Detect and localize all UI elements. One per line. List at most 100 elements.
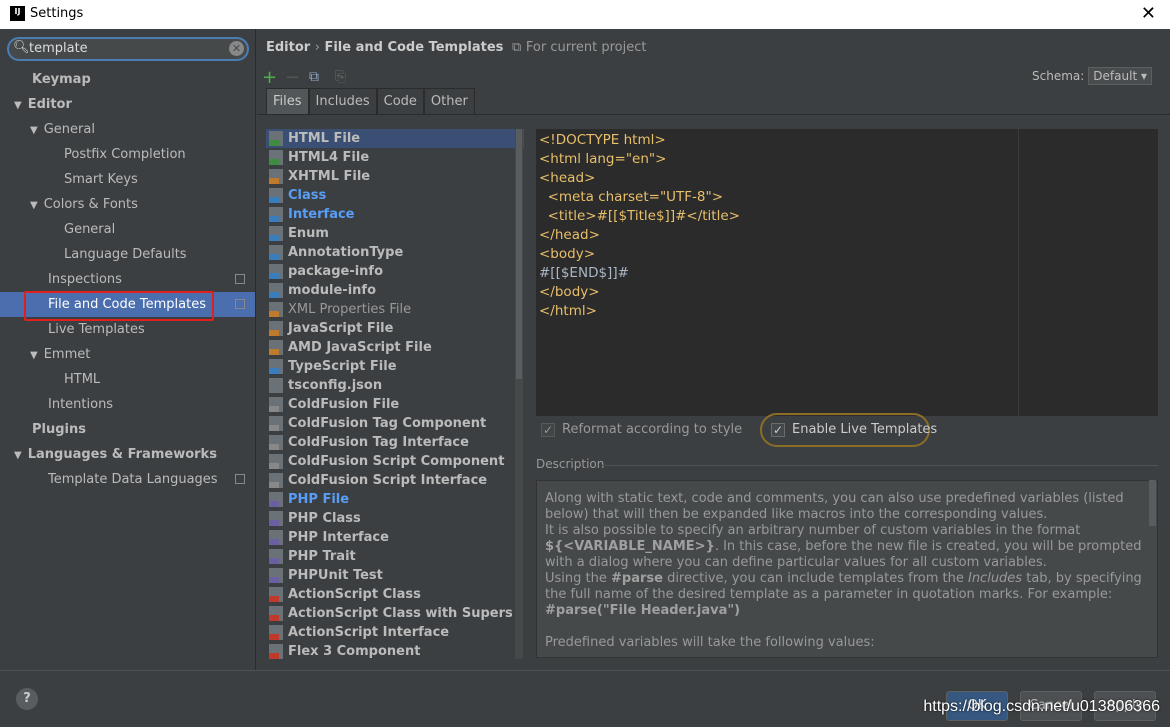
code-line: </body> (539, 284, 600, 300)
tree-item[interactable]: Plugins (0, 417, 255, 442)
template-item[interactable]: Enum (266, 224, 524, 243)
template-item[interactable]: PHP Interface (266, 528, 524, 547)
window-title: Settings (30, 6, 84, 21)
tree-item[interactable]: ▼ Languages & Frameworks (0, 442, 255, 467)
help-button[interactable]: ? (16, 688, 38, 710)
template-name: ActionScript Class (288, 587, 421, 602)
template-item[interactable]: AMD JavaScript File (266, 338, 524, 357)
settings-sidebar: 🔍︎ template ✕ Keymap ▼ Editor ▼ General Postf… (0, 29, 256, 670)
tree-item[interactable]: HTML (0, 367, 255, 392)
code-line: <title>#[[$Title$]]#</title> (539, 208, 740, 224)
live-templates-checkbox[interactable]: ✓ Enable Live Templates (771, 422, 937, 437)
template-item[interactable]: XML Properties File (266, 300, 524, 319)
tree-item[interactable]: Intentions (0, 392, 255, 417)
tree-item[interactable]: ▼ Emmet (0, 342, 255, 367)
tab-files[interactable]: Files (266, 88, 309, 114)
template-name: ColdFusion File (288, 397, 400, 412)
remove-template-button[interactable]: − (285, 67, 300, 88)
template-item[interactable]: PHPUnit Test (266, 566, 524, 585)
breadcrumb-editor[interactable]: Editor (266, 40, 310, 55)
template-item[interactable]: ColdFusion Script Interface (266, 471, 524, 490)
tree-item[interactable]: ▼ General (0, 117, 255, 142)
tree-item-label: Postfix Completion (64, 147, 186, 162)
tab-code[interactable]: Code (376, 88, 424, 114)
file-type-icon (269, 264, 283, 279)
tab-other[interactable]: Other (423, 88, 475, 114)
list-scrollbar[interactable] (515, 129, 523, 659)
template-name: XML Properties File (288, 302, 412, 317)
right-margin-line (1018, 129, 1019, 416)
template-item[interactable]: tsconfig.json (266, 376, 524, 395)
tree-item[interactable]: ▼ Editor (0, 92, 255, 117)
breadcrumb: Editor › File and Code Templates ⧉ For c… (266, 40, 647, 55)
template-item[interactable]: PHP Class (266, 509, 524, 528)
file-type-icon (269, 568, 283, 583)
expand-arrow-icon[interactable]: ▼ (30, 350, 38, 361)
template-name: Flex 3 Component (288, 644, 421, 659)
template-item[interactable]: ActionScript Class (266, 585, 524, 604)
template-item[interactable]: TypeScript File (266, 357, 524, 376)
reset-template-icon[interactable]: ⎘ (335, 69, 346, 85)
reformat-checkbox[interactable]: ✓ Reformat according to style (541, 422, 742, 437)
clear-search-icon[interactable]: ✕ (229, 41, 244, 56)
description-scrollbar[interactable] (1149, 480, 1156, 526)
template-item[interactable]: PHP Trait (266, 547, 524, 566)
search-input[interactable]: 🔍︎ template ✕ (7, 37, 249, 61)
expand-arrow-icon[interactable]: ▼ (30, 200, 38, 211)
file-type-icon (269, 644, 283, 659)
schema-selector: Schema: Default ▾ (1032, 67, 1152, 85)
expand-arrow-icon[interactable]: ▼ (14, 450, 22, 461)
tab-includes[interactable]: Includes (308, 88, 377, 114)
search-value[interactable]: template (29, 41, 88, 56)
breadcrumb-current: File and Code Templates (324, 40, 504, 55)
tree-item[interactable]: Language Defaults (0, 242, 255, 267)
template-name: ColdFusion Tag Component (288, 416, 487, 431)
template-item[interactable]: HTML File (266, 129, 524, 148)
tree-item-label: General (43, 122, 95, 137)
template-item[interactable]: AnnotationType (266, 243, 524, 262)
checkbox-live[interactable]: ✓ (771, 422, 785, 437)
project-scope-icon: ⧉ (507, 40, 522, 55)
tree-item[interactable]: Keymap (0, 67, 255, 92)
template-item[interactable]: HTML4 File (266, 148, 524, 167)
tree-item-label: Plugins (32, 422, 86, 437)
code-line: </html> (539, 303, 597, 319)
schema-dropdown[interactable]: Default ▾ (1088, 67, 1152, 85)
file-type-icon (269, 473, 283, 488)
template-item[interactable]: ColdFusion File (266, 395, 524, 414)
template-item[interactable]: Class (266, 186, 524, 205)
tree-item-label: Intentions (48, 397, 114, 412)
template-item[interactable]: module-info (266, 281, 524, 300)
template-item[interactable]: ColdFusion Tag Interface (266, 433, 524, 452)
template-item[interactable]: Flex 3 Component (266, 642, 524, 659)
template-item[interactable]: ActionScript Interface (266, 623, 524, 642)
tree-item[interactable]: Inspections (0, 267, 255, 292)
tree-item[interactable]: Template Data Languages (0, 467, 255, 492)
copy-template-icon[interactable]: ⧉ (309, 69, 319, 85)
template-name: HTML4 File (288, 150, 370, 165)
tree-item[interactable]: Postfix Completion (0, 142, 255, 167)
tree-item-label: Emmet (43, 347, 91, 362)
template-item[interactable]: ColdFusion Script Component (266, 452, 524, 471)
code-line: <meta charset="UTF-8"> (539, 189, 724, 205)
template-item[interactable]: XHTML File (266, 167, 524, 186)
template-item[interactable]: JavaScript File (266, 319, 524, 338)
template-name: ColdFusion Script Component (288, 454, 505, 469)
code-line: #[[$END$]]# (539, 265, 629, 281)
tree-item-label: HTML (64, 372, 101, 387)
template-item[interactable]: ColdFusion Tag Component (266, 414, 524, 433)
close-button[interactable]: ✕ (1141, 3, 1156, 24)
tree-item[interactable]: ▼ Colors & Fonts (0, 192, 255, 217)
template-item[interactable]: PHP File (266, 490, 524, 509)
expand-arrow-icon[interactable]: ▼ (30, 125, 38, 136)
template-editor[interactable]: <!DOCTYPE html> <html lang="en"> <head> <m… (536, 129, 1158, 416)
add-template-button[interactable]: + (262, 67, 277, 88)
template-item[interactable]: package-info (266, 262, 524, 281)
template-item[interactable]: Interface (266, 205, 524, 224)
tree-item[interactable]: General (0, 217, 255, 242)
scope-label: For current project (525, 40, 647, 55)
expand-arrow-icon[interactable]: ▼ (14, 100, 22, 111)
checkbox-reformat[interactable]: ✓ (541, 422, 555, 437)
template-item[interactable]: ActionScript Class with Supers (266, 604, 524, 623)
tree-item[interactable]: Smart Keys (0, 167, 255, 192)
